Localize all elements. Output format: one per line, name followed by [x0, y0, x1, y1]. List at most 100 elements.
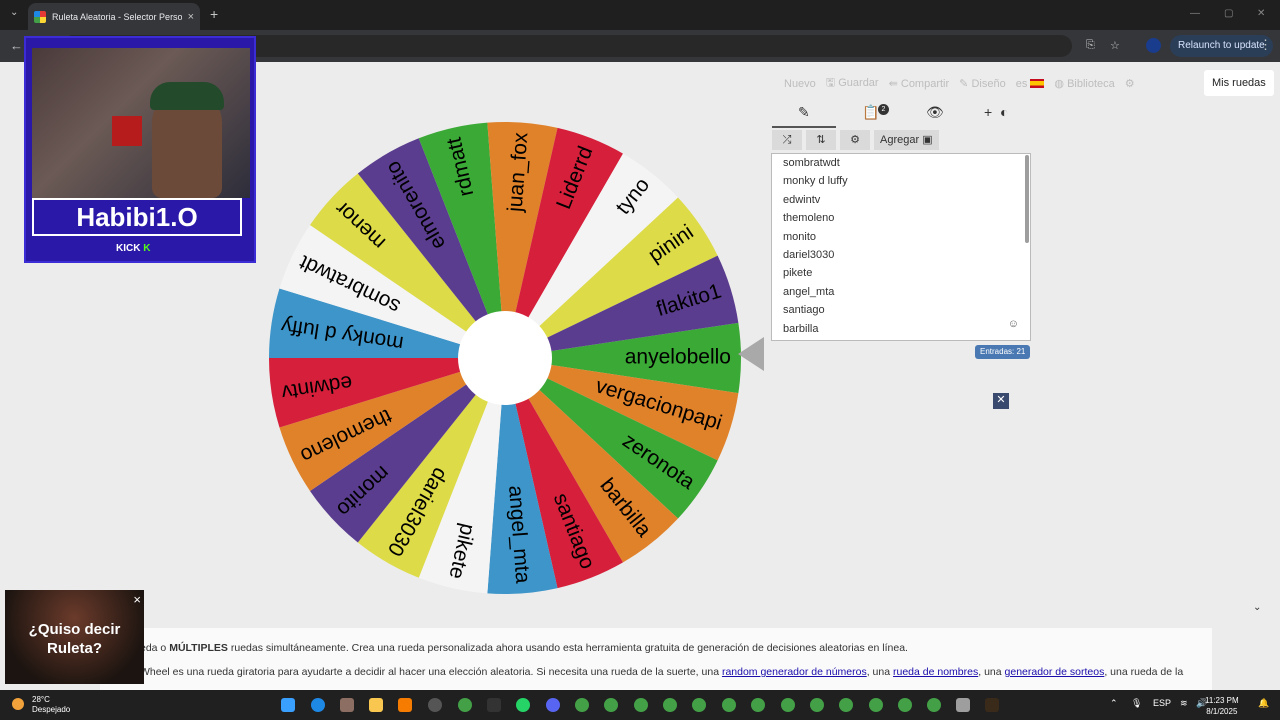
translate-icon[interactable]: ⎘ — [1086, 39, 1095, 52]
chrome-icon[interactable] — [869, 698, 883, 712]
bookmark-star-icon[interactable]: ☆ — [1110, 39, 1120, 52]
chevron-down-icon[interactable]: ⌄ — [1253, 602, 1261, 613]
sort-icon: ⇅ — [816, 134, 826, 146]
whatsapp-icon[interactable] — [516, 698, 530, 712]
maximize-icon[interactable]: ▢ — [1224, 8, 1233, 19]
nav-share[interactable]: ⇚ Compartir — [889, 77, 950, 90]
add-wheel-plus-icon[interactable]: + — [984, 104, 992, 120]
chrome-icon[interactable] — [898, 698, 912, 712]
minimize-icon[interactable]: — — [1190, 8, 1200, 19]
window-close-icon[interactable]: ✕ — [1257, 8, 1265, 19]
entry-line: santiago — [783, 304, 825, 317]
chrome-icon[interactable] — [692, 698, 706, 712]
link-raffle-generator[interactable]: generador de sorteos — [1005, 666, 1105, 678]
entry-line: sombratwdt — [783, 157, 840, 169]
share-icon: ⇚ — [888, 78, 898, 90]
weather-widget[interactable]: 28°C Despejado — [12, 695, 70, 715]
entry-line: pikete — [783, 267, 813, 280]
chrome-icon[interactable] — [810, 698, 824, 712]
app-icon[interactable] — [398, 698, 412, 712]
app-icon[interactable] — [428, 698, 442, 712]
app-icon[interactable] — [487, 698, 501, 712]
relaunch-update-button[interactable]: Relaunch to update — [1170, 35, 1273, 57]
webcam-background-object — [112, 116, 142, 146]
input-language[interactable]: ESP — [1153, 698, 1171, 708]
entry-line: angel_mta — [783, 285, 835, 298]
close-icon[interactable]: ✕ — [993, 393, 1009, 409]
chrome-icon[interactable] — [751, 698, 765, 712]
wheel-segment-label: anyelobello — [625, 346, 731, 369]
chrome-icon[interactable] — [634, 698, 648, 712]
tab-title: Ruleta Aleatoria - Selector Personalizad… — [52, 11, 182, 22]
gear-icon: ⚙ — [850, 134, 860, 146]
chrome-icon[interactable] — [458, 698, 472, 712]
start-windows-icon[interactable] — [281, 698, 295, 712]
new-tab-button[interactable]: + — [210, 6, 218, 22]
link-number-generator[interactable]: random generador de números — [722, 666, 867, 678]
tab-entries-pencil-icon[interactable]: ✎ — [798, 104, 810, 121]
chrome-icon[interactable] — [604, 698, 618, 712]
entry-line: edwintv — [783, 193, 821, 206]
webcam-video — [32, 48, 250, 198]
entry-line: dariel3030 — [783, 248, 835, 261]
spin-wheel[interactable]: anyelobello vergacionpapi zeronota barbilla… — [265, 118, 745, 598]
shuffle-button[interactable]: ⤮ — [772, 130, 802, 150]
system-clock[interactable]: 11:23 PM 8/1/2025 — [1205, 695, 1239, 717]
entries-scrollbar[interactable] — [1025, 155, 1029, 243]
nav-language[interactable]: es — [1016, 78, 1045, 90]
profile-avatar[interactable] — [1146, 38, 1161, 53]
nav-library[interactable]: ◍ Biblioteca — [1054, 77, 1114, 90]
shuffle-icon: ⤮ — [782, 134, 792, 146]
sort-button[interactable]: ⇅ — [806, 130, 836, 150]
browser-menu-icon[interactable]: ⋮ — [1259, 37, 1272, 53]
edge-icon[interactable] — [311, 698, 325, 712]
ad-close-icon[interactable]: × — [133, 592, 141, 607]
app-icon[interactable] — [985, 698, 999, 712]
tab-search-chevron-icon[interactable]: ⌄ — [10, 7, 18, 18]
wheel-thumbnail-icon[interactable]: ◐ — [1000, 104, 1008, 120]
app-icon[interactable] — [340, 698, 354, 712]
nav-new[interactable]: Nuevo — [784, 78, 816, 90]
article-line-1: eda o MÚLTIPLES ruedas simultáneamente. … — [140, 642, 908, 654]
add-image-button[interactable]: Agregar ▣ — [874, 130, 939, 150]
tab-hidden-eye-off-icon[interactable]: 👁 — [926, 104, 944, 121]
globe-icon: ◍ — [1054, 78, 1064, 90]
article-line-2: Wheel es una rueda giratoria para ayudar… — [140, 666, 1184, 678]
app-icon[interactable] — [956, 698, 970, 712]
chrome-icon[interactable] — [927, 698, 941, 712]
clock-time: 11:23 PM — [1205, 696, 1239, 705]
stream-webcam-overlay: Habibi1.O KICK K — [24, 36, 256, 263]
tab-results-clipboard-icon[interactable]: 📋 — [862, 104, 879, 121]
wheel-svg[interactable]: anyelobellovergacionpapizeronotabarbilla… — [265, 118, 745, 598]
chrome-icon[interactable] — [781, 698, 795, 712]
entries-textarea[interactable]: sombratwdt monky d luffy edwintv themole… — [771, 153, 1031, 341]
microphone-icon[interactable]: 🎙 — [1131, 698, 1142, 709]
chrome-icon[interactable] — [839, 698, 853, 712]
tab-close-icon[interactable]: × — [188, 11, 194, 23]
my-wheels-button[interactable]: Mis ruedas — [1204, 70, 1274, 96]
chrome-icon[interactable] — [575, 698, 589, 712]
back-arrow-icon[interactable]: ← — [10, 38, 23, 53]
wheel-center-hub[interactable] — [458, 311, 552, 405]
file-explorer-icon[interactable] — [369, 698, 383, 712]
wifi-icon[interactable]: ≋ — [1180, 698, 1188, 709]
spain-flag-icon — [1030, 79, 1045, 89]
brush-icon: ✎ — [959, 78, 969, 90]
advanced-button[interactable]: ⚙ — [840, 130, 870, 150]
settings-gear-icon[interactable]: ⚙ — [1125, 77, 1135, 90]
browser-tab[interactable]: Ruleta Aleatoria - Selector Personalizad… — [28, 3, 200, 30]
notification-bell-icon[interactable]: 🔔 — [1258, 698, 1269, 709]
nav-save[interactable]: 🖫 Guardar — [826, 74, 879, 93]
emoji-icon[interactable]: ☺ — [1008, 318, 1019, 330]
tray-chevron-up-icon[interactable]: ⌃ — [1110, 698, 1118, 709]
weather-sun-icon — [12, 698, 24, 710]
chrome-icon[interactable] — [663, 698, 677, 712]
site-favicon-icon — [34, 10, 46, 23]
discord-icon[interactable] — [546, 698, 560, 712]
nav-design[interactable]: ✎ Diseño — [959, 77, 1006, 90]
kick-k-icon: K — [143, 243, 151, 254]
link-name-wheel[interactable]: rueda de nombres — [893, 666, 978, 678]
chrome-icon[interactable] — [722, 698, 736, 712]
roulette-ad[interactable]: ¿Quiso decir Ruleta? × — [5, 590, 144, 684]
results-count-badge: 2 — [878, 104, 889, 115]
